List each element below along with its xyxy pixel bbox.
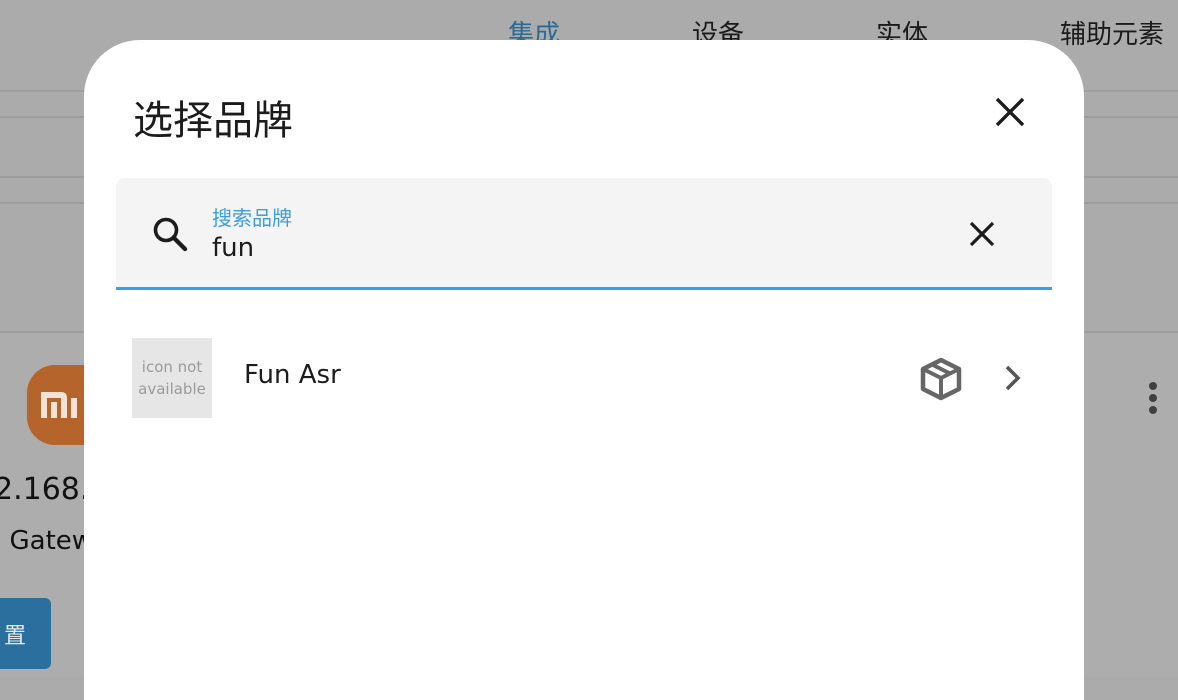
choose-brand-dialog: 选择品牌 搜索品牌 icon not available Fun Asr bbox=[84, 40, 1084, 700]
chevron-right-icon bbox=[1005, 365, 1021, 391]
device-ip: 2.168. bbox=[0, 472, 90, 507]
brand-name: Fun Asr bbox=[244, 360, 341, 390]
close-button[interactable] bbox=[988, 90, 1032, 134]
more-vert-icon[interactable] bbox=[1144, 378, 1162, 418]
tab-helpers[interactable]: 辅助元素 bbox=[1060, 14, 1164, 51]
package-variant-icon bbox=[920, 357, 962, 401]
brand-list-item[interactable]: icon not available Fun Asr bbox=[116, 330, 1052, 426]
brand-logo-placeholder: icon not available bbox=[132, 338, 212, 418]
search-input[interactable] bbox=[212, 230, 812, 266]
brand-search-field: 搜索品牌 bbox=[116, 178, 1052, 290]
device-name: i Gatew bbox=[0, 526, 94, 556]
close-icon bbox=[995, 97, 1025, 127]
logo-placeholder-text: available bbox=[138, 380, 206, 398]
search-icon bbox=[153, 217, 188, 252]
configure-button[interactable]: 置 bbox=[0, 598, 51, 669]
logo-placeholder-text: icon not bbox=[141, 358, 203, 376]
configure-button-label: 置 bbox=[4, 623, 27, 649]
search-label: 搜索品牌 bbox=[212, 206, 292, 230]
mi-logo-icon bbox=[41, 392, 77, 418]
clear-icon bbox=[969, 221, 995, 247]
clear-search-button[interactable] bbox=[962, 214, 1002, 254]
dialog-title: 选择品牌 bbox=[133, 98, 293, 144]
